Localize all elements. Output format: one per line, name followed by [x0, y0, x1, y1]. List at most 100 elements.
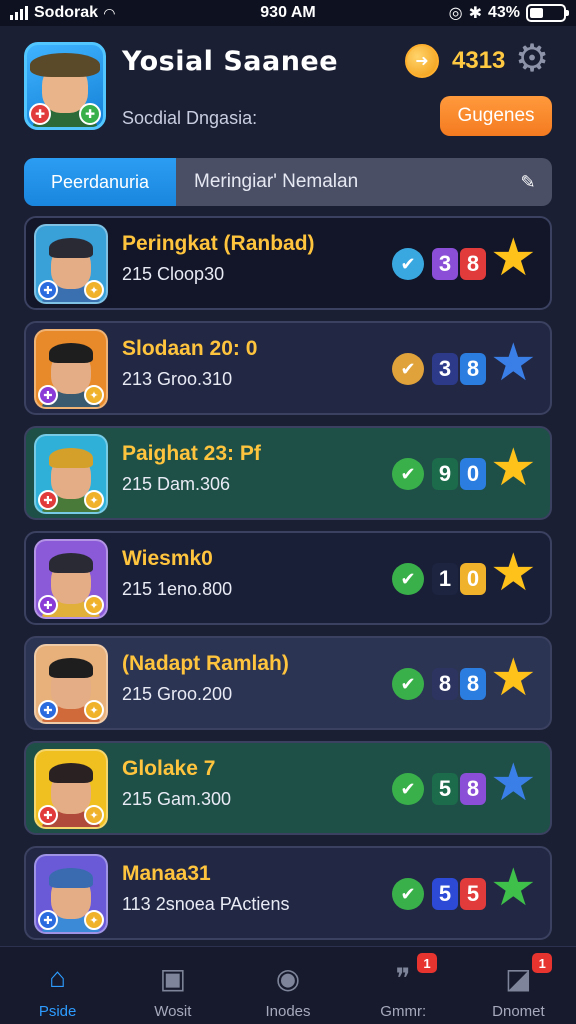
status-left: Sodorak ◠ [10, 4, 210, 22]
header-action-button[interactable]: Gugenes [440, 96, 552, 136]
player-avatar: ✚ ✦ [34, 644, 108, 724]
score-digit: 9 [432, 458, 458, 490]
tab-secondary[interactable]: Meringiar' Nemalan [176, 158, 504, 206]
rank-badge-icon: ✚ [38, 595, 58, 615]
edit-icon[interactable]: ✎ [504, 158, 552, 206]
nav-label: Dnomet [492, 1003, 545, 1020]
alarm-icon: ◎ [448, 5, 463, 22]
player-avatar: ✚ ✦ [34, 539, 108, 619]
nav-item-home[interactable]: ⌂ Pside [0, 947, 115, 1024]
nav-label: Inodes [265, 1003, 311, 1020]
star-icon: ★ [490, 754, 537, 812]
coin-badge-icon: ✦ [84, 700, 104, 720]
check-icon: ✔ [392, 878, 424, 910]
score-digit: 0 [460, 563, 486, 595]
avatar-hat [49, 448, 93, 468]
item-name: Wiesmk0 [122, 547, 213, 570]
nav-label: Pside [38, 1003, 77, 1020]
score-display: 58 [432, 773, 486, 805]
hat-icon [30, 53, 100, 77]
item-subtitle: 113 2snoea PActiens [122, 894, 290, 914]
nav-item-profile[interactable]: ◪ Dnomet 1 [461, 947, 576, 1024]
nav-label: Gmmr: [380, 1003, 427, 1020]
list-item[interactable]: ✚ ✦ Peringkat (Ranbad) 215 Cloop30 ✔ 3 8 ★ [24, 216, 552, 310]
coin-badge-icon: ✦ [84, 490, 104, 510]
signal-icon [10, 6, 28, 20]
check-icon: ✔ [392, 458, 424, 490]
player-avatar: ✚ ✦ [34, 854, 108, 934]
battery-icon [526, 4, 569, 22]
player-avatar: ✚ ✦ [34, 329, 108, 409]
score-digit: 3 [432, 353, 458, 385]
bottom-nav: ⌂ Pside ▣ Wosit ◉ Inodes ❞ Gmmr: 1 ◪ Dnomet 1 [0, 946, 576, 1024]
coin-balance: 4313 [452, 47, 506, 74]
score-digit: 5 [460, 878, 486, 910]
coin-badge-icon: ✦ [84, 805, 104, 825]
item-name: Slodaan 20: 0 [122, 337, 258, 360]
score-digit: 8 [460, 353, 486, 385]
notification-badge: 1 [417, 953, 438, 973]
list-item[interactable]: ✚ ✦ Glolake 7 215 Gam.300 ✔ 5 8 ★ [24, 741, 552, 835]
carrier-label: Sodorak [34, 4, 99, 21]
check-icon: ✔ [392, 563, 424, 595]
item-subtitle: 215 1eno.800 [122, 579, 233, 599]
score-digit: 3 [432, 248, 458, 280]
score-digit: 8 [432, 668, 458, 700]
home-icon: ⌂ [49, 962, 67, 993]
list-item[interactable]: ✚ ✦ Paighat 23: Pf 215 Dam.306 ✔ 9 0 ★ [24, 426, 552, 520]
profile-avatar[interactable]: ✚ ✚ [24, 42, 106, 130]
nav-item-compass[interactable]: ◉ Inodes [230, 947, 345, 1024]
score-digit: 8 [460, 668, 486, 700]
nav-item-chat[interactable]: ❞ Gmmr: 1 [346, 947, 461, 1024]
settings-gear-icon[interactable]: ⚙ [515, 40, 549, 78]
check-icon: ✔ [392, 668, 424, 700]
check-icon: ✔ [392, 248, 424, 280]
player-avatar: ✚ ✦ [34, 749, 108, 829]
nav-item-inbox[interactable]: ▣ Wosit [115, 947, 230, 1024]
item-subtitle: 213 Groo.310 [122, 369, 233, 389]
clock: 930 AM [260, 4, 316, 21]
rank-badge-icon: ✚ [38, 700, 58, 720]
score-digit: 1 [432, 563, 458, 595]
check-icon: ✔ [392, 773, 424, 805]
page-title: Yosial Saanee [122, 46, 339, 77]
score-digit: 0 [460, 458, 486, 490]
notification-badge: 1 [532, 953, 553, 973]
item-subtitle: 215 Cloop30 [122, 264, 225, 284]
star-icon: ★ [490, 859, 537, 917]
coin-badge-icon: ✦ [84, 385, 104, 405]
list-item[interactable]: ✚ ✦ Slodaan 20: 0 213 Groo.310 ✔ 3 8 ★ [24, 321, 552, 415]
rank-badge-icon: ✚ [38, 490, 58, 510]
coin-icon: ➜ [405, 44, 439, 78]
star-icon: ★ [490, 439, 537, 497]
score-digit: 5 [432, 773, 458, 805]
bluetooth-icon: ✱ [468, 5, 482, 22]
score-digit: 5 [432, 878, 458, 910]
level-badge-icon: ✚ [29, 103, 51, 125]
avatar-hat [49, 763, 93, 783]
score-display: 88 [432, 668, 486, 700]
header: ✚ ✚ Yosial Saanee Socdial Dngasia: ➜ 431… [0, 30, 576, 150]
tab-primary[interactable]: Peerdanuria [24, 158, 176, 206]
player-avatar: ✚ ✦ [34, 434, 108, 514]
rank-badge-icon: ✚ [38, 280, 58, 300]
list-item[interactable]: ✚ ✦ (Nadapt Ramlah) 215 Groo.200 ✔ 8 8 ★ [24, 636, 552, 730]
score-display: 55 [432, 878, 486, 910]
check-icon: ✔ [392, 353, 424, 385]
avatar-hat [49, 238, 93, 258]
rank-badge-icon: ✚ [38, 910, 58, 930]
item-subtitle: 215 Groo.200 [122, 684, 233, 704]
list-item[interactable]: ✚ ✦ Manaa31 113 2snoea PActiens ✔ 5 5 ★ [24, 846, 552, 940]
star-icon: ★ [490, 649, 537, 707]
rank-badge-icon: ✚ [38, 385, 58, 405]
avatar-hat [49, 868, 93, 888]
status-bar: Sodorak ◠ 930 AM ◎ ✱ 43% [0, 0, 576, 26]
score-display: 38 [432, 353, 486, 385]
tab-bar: Peerdanuria Meringiar' Nemalan ✎ [24, 158, 552, 206]
item-subtitle: 215 Gam.300 [122, 789, 232, 809]
score-display: 38 [432, 248, 486, 280]
star-icon: ★ [490, 334, 537, 392]
coin-badge-icon: ✦ [84, 910, 104, 930]
list-item[interactable]: ✚ ✦ Wiesmk0 215 1eno.800 ✔ 1 0 ★ [24, 531, 552, 625]
item-name: Paighat 23: Pf [122, 442, 261, 465]
